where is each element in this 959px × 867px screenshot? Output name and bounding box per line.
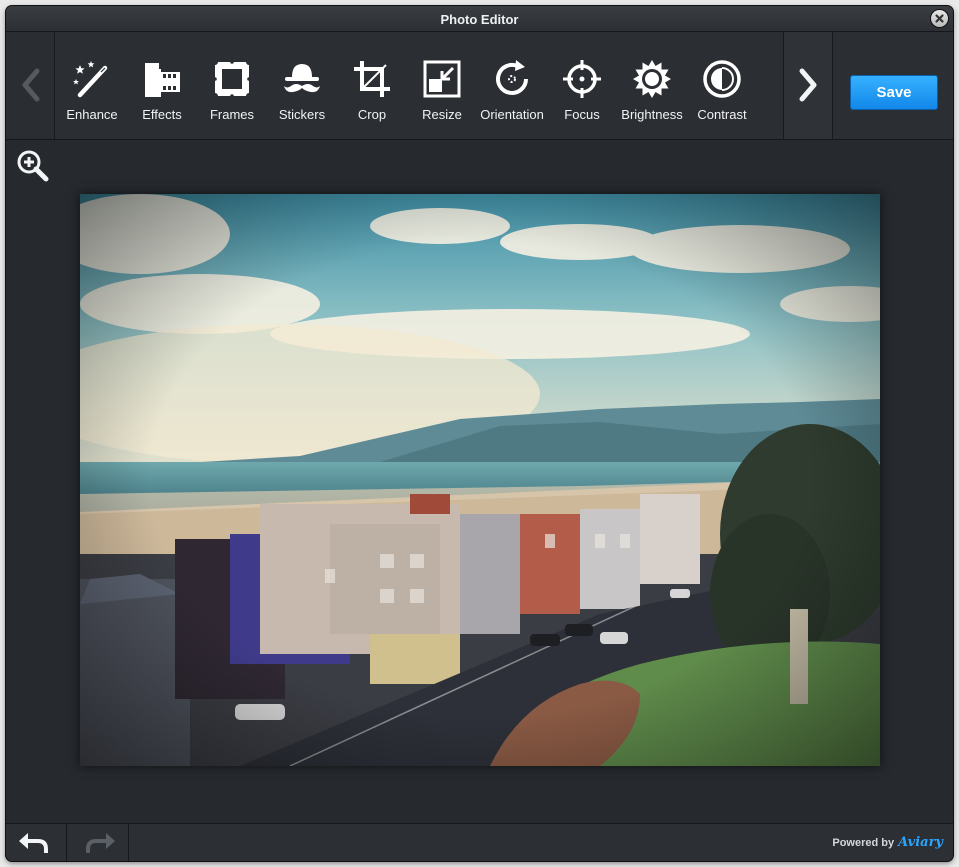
title-bar: Photo Editor — [6, 6, 953, 32]
photo-canvas[interactable] — [80, 194, 880, 766]
previous-tools-button[interactable] — [6, 32, 55, 139]
tools-list: Enhance Effects Frames Stickers Crop Res… — [55, 32, 783, 139]
hat-mustache-icon — [284, 64, 320, 93]
chevron-left-icon — [22, 68, 40, 102]
redo-button[interactable] — [67, 824, 129, 861]
undo-icon — [19, 833, 48, 853]
film-icon — [145, 63, 180, 97]
bottom-bar: Powered by Aviary — [6, 823, 953, 861]
tool-resize[interactable]: Resize — [407, 32, 477, 139]
close-button[interactable] — [931, 10, 948, 27]
photo-editor-window: Photo Editor Enhance Effects Frames Stic… — [6, 6, 953, 861]
zoom-in-icon — [17, 150, 49, 182]
zoom-in-button[interactable] — [16, 149, 50, 183]
tool-effects[interactable]: Effects — [127, 32, 197, 139]
contrast-icon — [703, 60, 741, 98]
redo-icon — [86, 833, 115, 853]
tool-contrast[interactable]: Contrast — [687, 32, 757, 139]
save-button[interactable]: Save — [850, 75, 938, 110]
rotate-icon — [496, 60, 528, 95]
tool-stickers[interactable]: Stickers — [267, 32, 337, 139]
powered-by: Powered by Aviary — [832, 835, 943, 850]
tool-enhance[interactable]: Enhance — [57, 32, 127, 139]
tool-crop[interactable]: Crop — [337, 32, 407, 139]
window-title: Photo Editor — [440, 12, 519, 27]
tool-bar: Enhance Effects Frames Stickers Crop Res… — [6, 32, 953, 140]
chevron-right-icon — [799, 68, 817, 102]
sun-icon — [633, 60, 671, 98]
next-tools-button[interactable] — [783, 32, 833, 139]
undo-button[interactable] — [6, 824, 67, 861]
magic-wand-icon — [73, 61, 108, 98]
tool-label: Contrast — [697, 107, 747, 122]
powered-by-text: Powered by — [832, 837, 895, 849]
tool-brightness[interactable]: Brightness — [617, 32, 687, 139]
tool-frames[interactable]: Frames — [197, 32, 267, 139]
close-icon — [935, 14, 944, 23]
crop-icon — [354, 61, 390, 97]
frame-icon — [212, 59, 252, 99]
aviary-logo[interactable]: Aviary — [898, 835, 943, 850]
crosshair-icon — [563, 60, 601, 98]
beach-town-photo — [80, 194, 880, 766]
tool-focus[interactable]: Focus — [547, 32, 617, 139]
resize-icon — [423, 60, 461, 98]
tool-orientation[interactable]: Orientation — [477, 32, 547, 139]
